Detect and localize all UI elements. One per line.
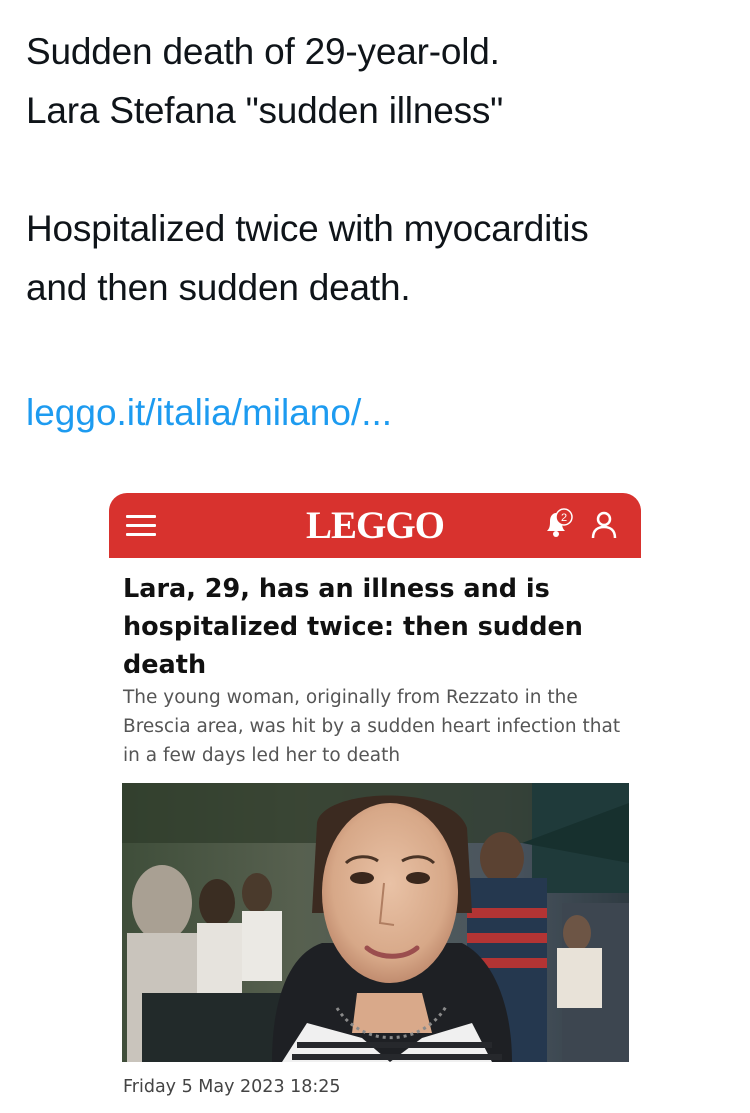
article-subtitle: The young woman, originally from Rezzato…	[123, 687, 621, 766]
article-date: Friday 5 May 2023 18:25	[123, 1077, 341, 1097]
tweet-line: and then sudden death.	[26, 267, 411, 308]
tweet-paragraph-gap	[26, 140, 736, 199]
user-icon[interactable]	[591, 510, 617, 540]
tweet-text: Sudden death of 29-year-old. Lara Stefan…	[26, 22, 736, 317]
link-preview-card[interactable]: LEGGO 2 Lara, 29, has an illness and is …	[109, 493, 641, 1098]
tweet-line: Hospitalized twice with myocarditis	[26, 208, 589, 249]
tweet-link[interactable]: leggo.it/italia/milano/...	[26, 383, 392, 442]
bell-icon[interactable]: 2	[543, 507, 573, 539]
tweet-line: Lara Stefana "sudden illness"	[26, 90, 504, 131]
article-photo	[122, 783, 629, 1062]
notification-count: 2	[561, 512, 567, 524]
tweet-line: Sudden death of 29-year-old.	[26, 31, 500, 72]
article-headline[interactable]: Lara, 29, has an illness and is hospital…	[123, 570, 628, 684]
site-header: LEGGO 2	[109, 493, 641, 558]
